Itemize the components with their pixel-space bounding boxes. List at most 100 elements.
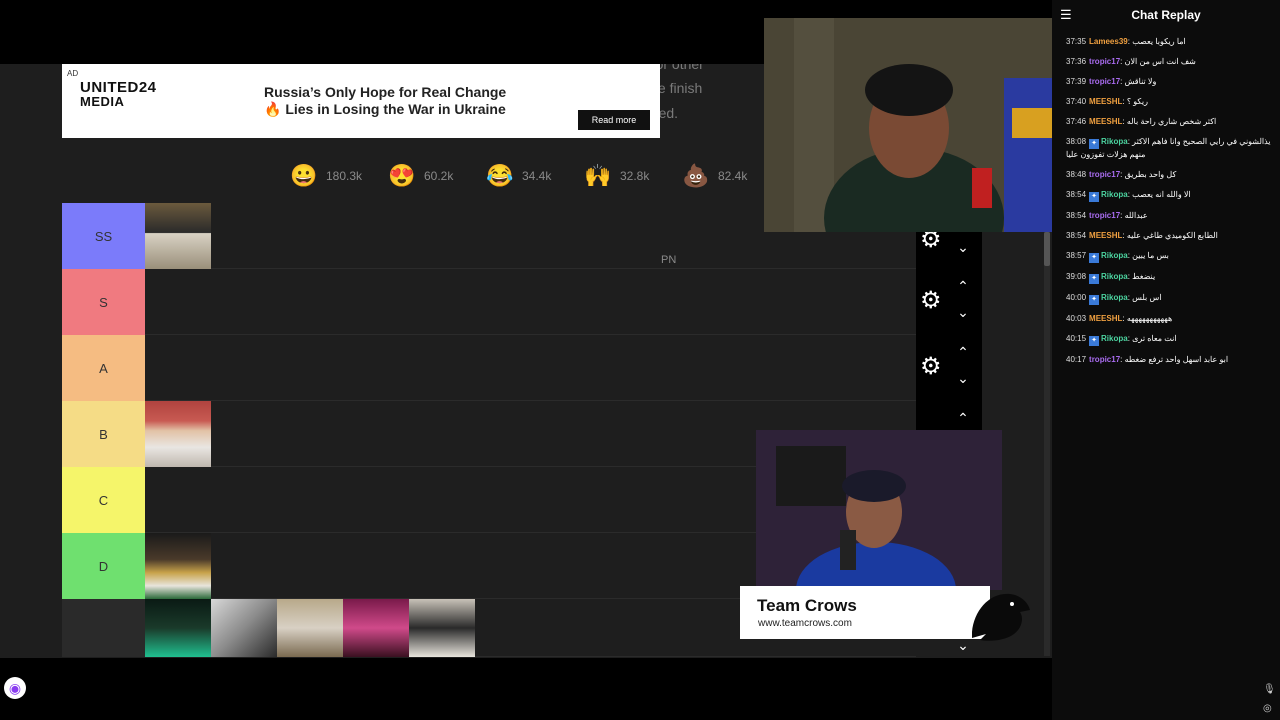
laugh-emoji-icon: 😂 [486, 163, 514, 188]
reaction-item[interactable]: 😍 60.2k [388, 160, 486, 192]
user-badge-icon: ✦ [1089, 336, 1100, 346]
tier-item-image[interactable] [145, 533, 211, 599]
chat-username[interactable]: tropic17 [1089, 355, 1120, 364]
reaction-count: 60.2k [424, 169, 454, 183]
chat-header: ☰ Chat Replay [1052, 0, 1280, 30]
tier-label[interactable]: D [62, 533, 145, 599]
chat-username[interactable]: Rikopa [1101, 334, 1128, 343]
tier-label[interactable]: S [62, 269, 145, 335]
tier-label[interactable]: SS [62, 203, 145, 269]
chat-message: 37:36 tropic17: شف انت اس من الان [1066, 56, 1272, 68]
chat-text: اكثر شخص شاري راحة باله [1126, 117, 1217, 126]
tier-item-image[interactable] [145, 599, 211, 657]
chat-username[interactable]: Lamees39 [1089, 37, 1128, 46]
chat-username[interactable]: Rikopa [1101, 251, 1128, 260]
chat-message: 40:15 ✦ Rikopa: انت معاه ترى [1066, 333, 1272, 346]
chevron-up-icon[interactable]: ⌃ [956, 279, 970, 293]
chat-username[interactable]: tropic17 [1089, 77, 1120, 86]
chat-message: 38:08 ✦ Rikopa: يذالشوني في رايي الصحيح وا… [1066, 136, 1272, 161]
chat-message: 37:39 tropic17: ولا تناقش [1066, 76, 1272, 88]
streamer-webcam [764, 18, 1052, 232]
tier-items [145, 533, 211, 599]
chat-username[interactable]: tropic17 [1089, 211, 1120, 220]
tier-item-image[interactable] [211, 599, 277, 657]
chat-username[interactable]: MEESHL [1089, 231, 1122, 240]
user-badge-icon: ✦ [1089, 295, 1100, 305]
tier-label[interactable] [62, 599, 145, 657]
ad-headline-line2: 🔥 Lies in Losing the War in Ukraine [264, 101, 506, 117]
chat-username[interactable]: MEESHL [1089, 314, 1122, 323]
chat-timestamp: 38:48 [1066, 170, 1087, 179]
chat-timestamp: 37:46 [1066, 117, 1087, 126]
ad-headline: Russia’s Only Hope for Real Change 🔥 Lie… [264, 84, 564, 118]
row-controls: ⚙ ⌃ ⌄ [916, 269, 982, 335]
chat-title: Chat Replay [1131, 8, 1201, 22]
chevron-down-icon[interactable]: ⌄ [956, 305, 970, 319]
chat-message: 37:40 MEESHL: ريكو ؟ [1066, 96, 1272, 108]
chat-message: 38:54 ✦ Rikopa: الا والله انه يعصب [1066, 189, 1272, 202]
tier-label[interactable]: A [62, 335, 145, 401]
chat-text: شف انت اس من الان [1124, 57, 1196, 66]
microphone-icon[interactable]: 🎙 [1263, 684, 1276, 695]
chat-username[interactable]: Rikopa [1101, 293, 1128, 302]
chat-username[interactable]: Rikopa [1101, 190, 1128, 199]
chat-timestamp: 37:35 [1066, 37, 1087, 46]
tier-item-image[interactable] [145, 203, 211, 269]
chat-message: 40:00 ✦ Rikopa: اس بلس [1066, 292, 1272, 305]
chat-message: 40:17 tropic17: ابو عابد اسهل واحد ترفع ض… [1066, 354, 1272, 366]
chat-message-list[interactable]: 37:35 Lamees39: اما ريكوبا يعصب 37:36 tropi… [1066, 36, 1272, 374]
ad-logo-line1: UNITED24 [80, 79, 157, 96]
tier-label[interactable]: B [62, 401, 145, 467]
streamer-webcam-scene [764, 18, 1052, 232]
tier-item-image[interactable] [343, 599, 409, 657]
ad-read-more-button[interactable]: Read more [578, 110, 650, 130]
user-badge-icon: ✦ [1089, 192, 1100, 202]
gear-icon[interactable]: ⚙ [920, 355, 944, 379]
chat-timestamp: 37:39 [1066, 77, 1087, 86]
tier-item-image[interactable] [409, 599, 475, 657]
chat-timestamp: 38:54 [1066, 231, 1087, 240]
chat-username[interactable]: MEESHL [1089, 117, 1122, 126]
chat-message: 38:57 ✦ Rikopa: بس ما يبين [1066, 250, 1272, 263]
chat-text: اما ريكوبا يعصب [1132, 37, 1186, 46]
reaction-item[interactable]: 🙌 32.8k [584, 160, 682, 192]
raised-hands-emoji-icon: 🙌 [584, 163, 612, 188]
chat-text: كل واحد بطريق [1124, 170, 1177, 179]
reaction-item[interactable]: 😀 180.3k [290, 160, 388, 192]
chat-timestamp: 38:54 [1066, 190, 1087, 199]
user-badge-icon: ✦ [1089, 139, 1100, 149]
chevron-down-icon[interactable]: ⌄ [956, 240, 970, 254]
chat-text: اس بلس [1132, 293, 1162, 302]
reaction-count: 180.3k [326, 169, 363, 183]
gear-icon[interactable]: ⚙ [920, 289, 944, 313]
grin-emoji-icon: 😀 [290, 163, 318, 188]
tier-item-image[interactable] [145, 401, 211, 467]
reaction-item[interactable]: 😂 34.4k [486, 160, 584, 192]
chat-username[interactable]: tropic17 [1089, 170, 1120, 179]
row-controls: ⚙ ⌃ ⌄ [916, 335, 982, 401]
chat-message: 38:54 MEESHL: الطابع الكوميدي طاغي عليه [1066, 230, 1272, 242]
chat-username[interactable]: tropic17 [1089, 57, 1120, 66]
chat-username[interactable]: Rikopa [1101, 272, 1128, 281]
tier-label[interactable]: C [62, 467, 145, 533]
settings-dot-icon[interactable]: ◎ [1263, 703, 1272, 714]
chevron-up-icon[interactable]: ⌃ [956, 411, 970, 425]
tier-items [145, 599, 475, 657]
chat-username[interactable]: Rikopa [1101, 137, 1128, 146]
chat-replay-panel: ☰ Chat Replay 37:35 Lamees39: اما ريكوبا … [1052, 0, 1280, 720]
chevron-down-icon[interactable]: ⌄ [956, 371, 970, 385]
tier-item-image[interactable] [277, 599, 343, 657]
ad-banner[interactable]: AD UNITED24 MEDIA Russia’s Only Hope for… [62, 64, 660, 138]
chat-username[interactable]: MEESHL [1089, 97, 1122, 106]
chat-message: 40:03 MEESHL: هههههههههههه [1066, 313, 1272, 325]
chat-text: ابو عابد اسهل واحد ترفع ضغطه [1124, 355, 1229, 364]
ad-headline-line1: Russia’s Only Hope for Real Change [264, 84, 507, 100]
team-name: Team Crows [757, 596, 857, 615]
guest-webcam-scene [756, 430, 1002, 590]
chevron-up-icon[interactable]: ⌃ [956, 345, 970, 359]
chat-timestamp: 40:15 [1066, 334, 1087, 343]
page-scrollbar[interactable] [1044, 232, 1050, 656]
extension-icon[interactable]: ◉ [4, 677, 26, 699]
scrollbar-thumb[interactable] [1044, 232, 1050, 266]
chat-message: 39:08 ✦ Rikopa: ينضغط [1066, 271, 1272, 284]
